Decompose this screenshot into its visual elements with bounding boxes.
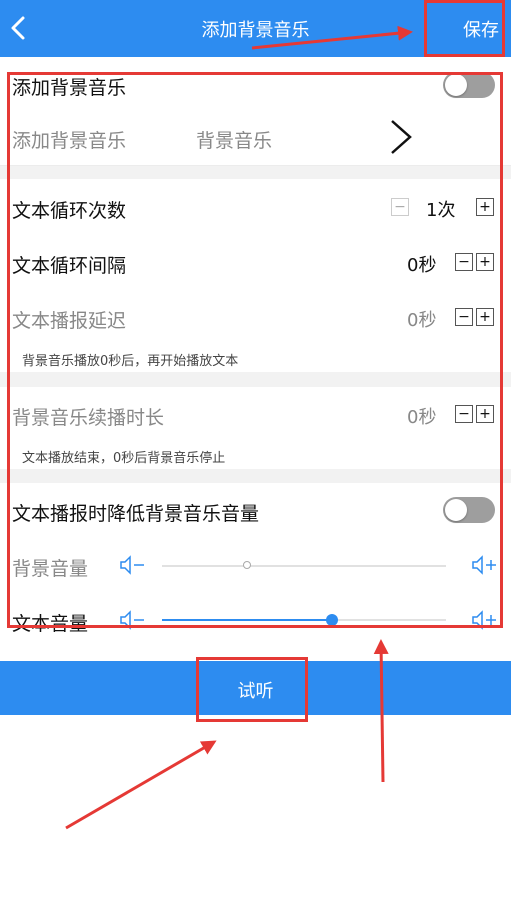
delay-label: 文本播报延迟: [12, 310, 127, 332]
page-title: 添加背景音乐: [201, 20, 310, 41]
add-music-toggle[interactable]: [443, 72, 495, 98]
loop-count-row: 文本循环次数 − 1次 +: [0, 179, 511, 236]
text-volume-thumb[interactable]: [326, 614, 339, 626]
duck-volume-row: 文本播报时降低背景音乐音量: [0, 483, 511, 539]
continue-row: 背景音乐续播时长 0秒 − + 文本播放结束，0秒后背景音乐停止: [0, 387, 511, 469]
select-music-label: 添加背景音乐: [12, 130, 127, 152]
continue-label: 背景音乐续播时长: [12, 407, 165, 429]
delay-row: 文本播报延迟 0秒 − + 背景音乐播放0秒后，再开始播放文本: [0, 290, 511, 372]
loop-interval-value: 0秒: [407, 255, 437, 276]
text-volume-row: 文本音量: [0, 593, 511, 637]
text-volume-fill: [162, 619, 333, 621]
continue-note: 文本播放结束，0秒后背景音乐停止: [22, 451, 226, 466]
bg-volume-row: 背景音量: [0, 538, 511, 594]
bg-volume-slider[interactable]: [162, 565, 446, 567]
duck-volume-label: 文本播报时降低背景音乐音量: [12, 503, 260, 525]
chevron-right-icon[interactable]: [386, 117, 416, 157]
listen-button[interactable]: 试听: [0, 677, 511, 703]
text-volume-label: 文本音量: [12, 613, 89, 635]
loop-count-label: 文本循环次数: [12, 200, 127, 222]
loop-count-value: 1次: [426, 200, 456, 221]
add-music-toggle-row: 添加背景音乐: [0, 57, 511, 110]
loop-interval-row: 文本循环间隔 0秒 − +: [0, 235, 511, 291]
select-music-row[interactable]: 添加背景音乐 背景音乐: [0, 109, 511, 166]
top-bar: 添加背景音乐 保存: [0, 0, 511, 57]
arrow-to-listen: [65, 740, 217, 830]
bg-volume-thumb[interactable]: [243, 561, 252, 569]
continue-value: 0秒: [407, 407, 437, 428]
loop-interval-label: 文本循环间隔: [12, 255, 127, 277]
bg-volume-label: 背景音量: [12, 558, 89, 580]
toggle-knob: [445, 499, 467, 521]
text-volume-slider[interactable]: [162, 619, 446, 621]
settings-panel: 添加背景音乐 添加背景音乐 背景音乐 文本循环次数 − 1次 + 文本循环间隔 …: [0, 57, 511, 637]
loop-count-minus-button[interactable]: −: [391, 198, 409, 216]
loop-count-plus-button[interactable]: +: [476, 198, 494, 216]
delay-plus-button[interactable]: +: [476, 308, 494, 326]
continue-minus-button[interactable]: −: [455, 405, 473, 423]
volume-up-icon[interactable]: [470, 554, 498, 576]
delay-value: 0秒: [407, 310, 437, 331]
loop-interval-plus-button[interactable]: +: [476, 253, 494, 271]
volume-down-icon[interactable]: [118, 554, 146, 576]
loop-interval-minus-button[interactable]: −: [455, 253, 473, 271]
continue-plus-button[interactable]: +: [476, 405, 494, 423]
add-music-toggle-label: 添加背景音乐: [12, 77, 127, 99]
volume-up-icon[interactable]: [470, 609, 498, 631]
delay-note: 背景音乐播放0秒后，再开始播放文本: [22, 354, 239, 369]
duck-volume-toggle[interactable]: [443, 497, 495, 523]
delay-minus-button[interactable]: −: [455, 308, 473, 326]
listen-bar: 试听: [0, 661, 511, 715]
toggle-knob: [445, 74, 467, 96]
selected-music-value: 背景音乐: [196, 130, 273, 152]
save-button[interactable]: 保存: [463, 16, 499, 42]
volume-down-icon[interactable]: [118, 609, 146, 631]
